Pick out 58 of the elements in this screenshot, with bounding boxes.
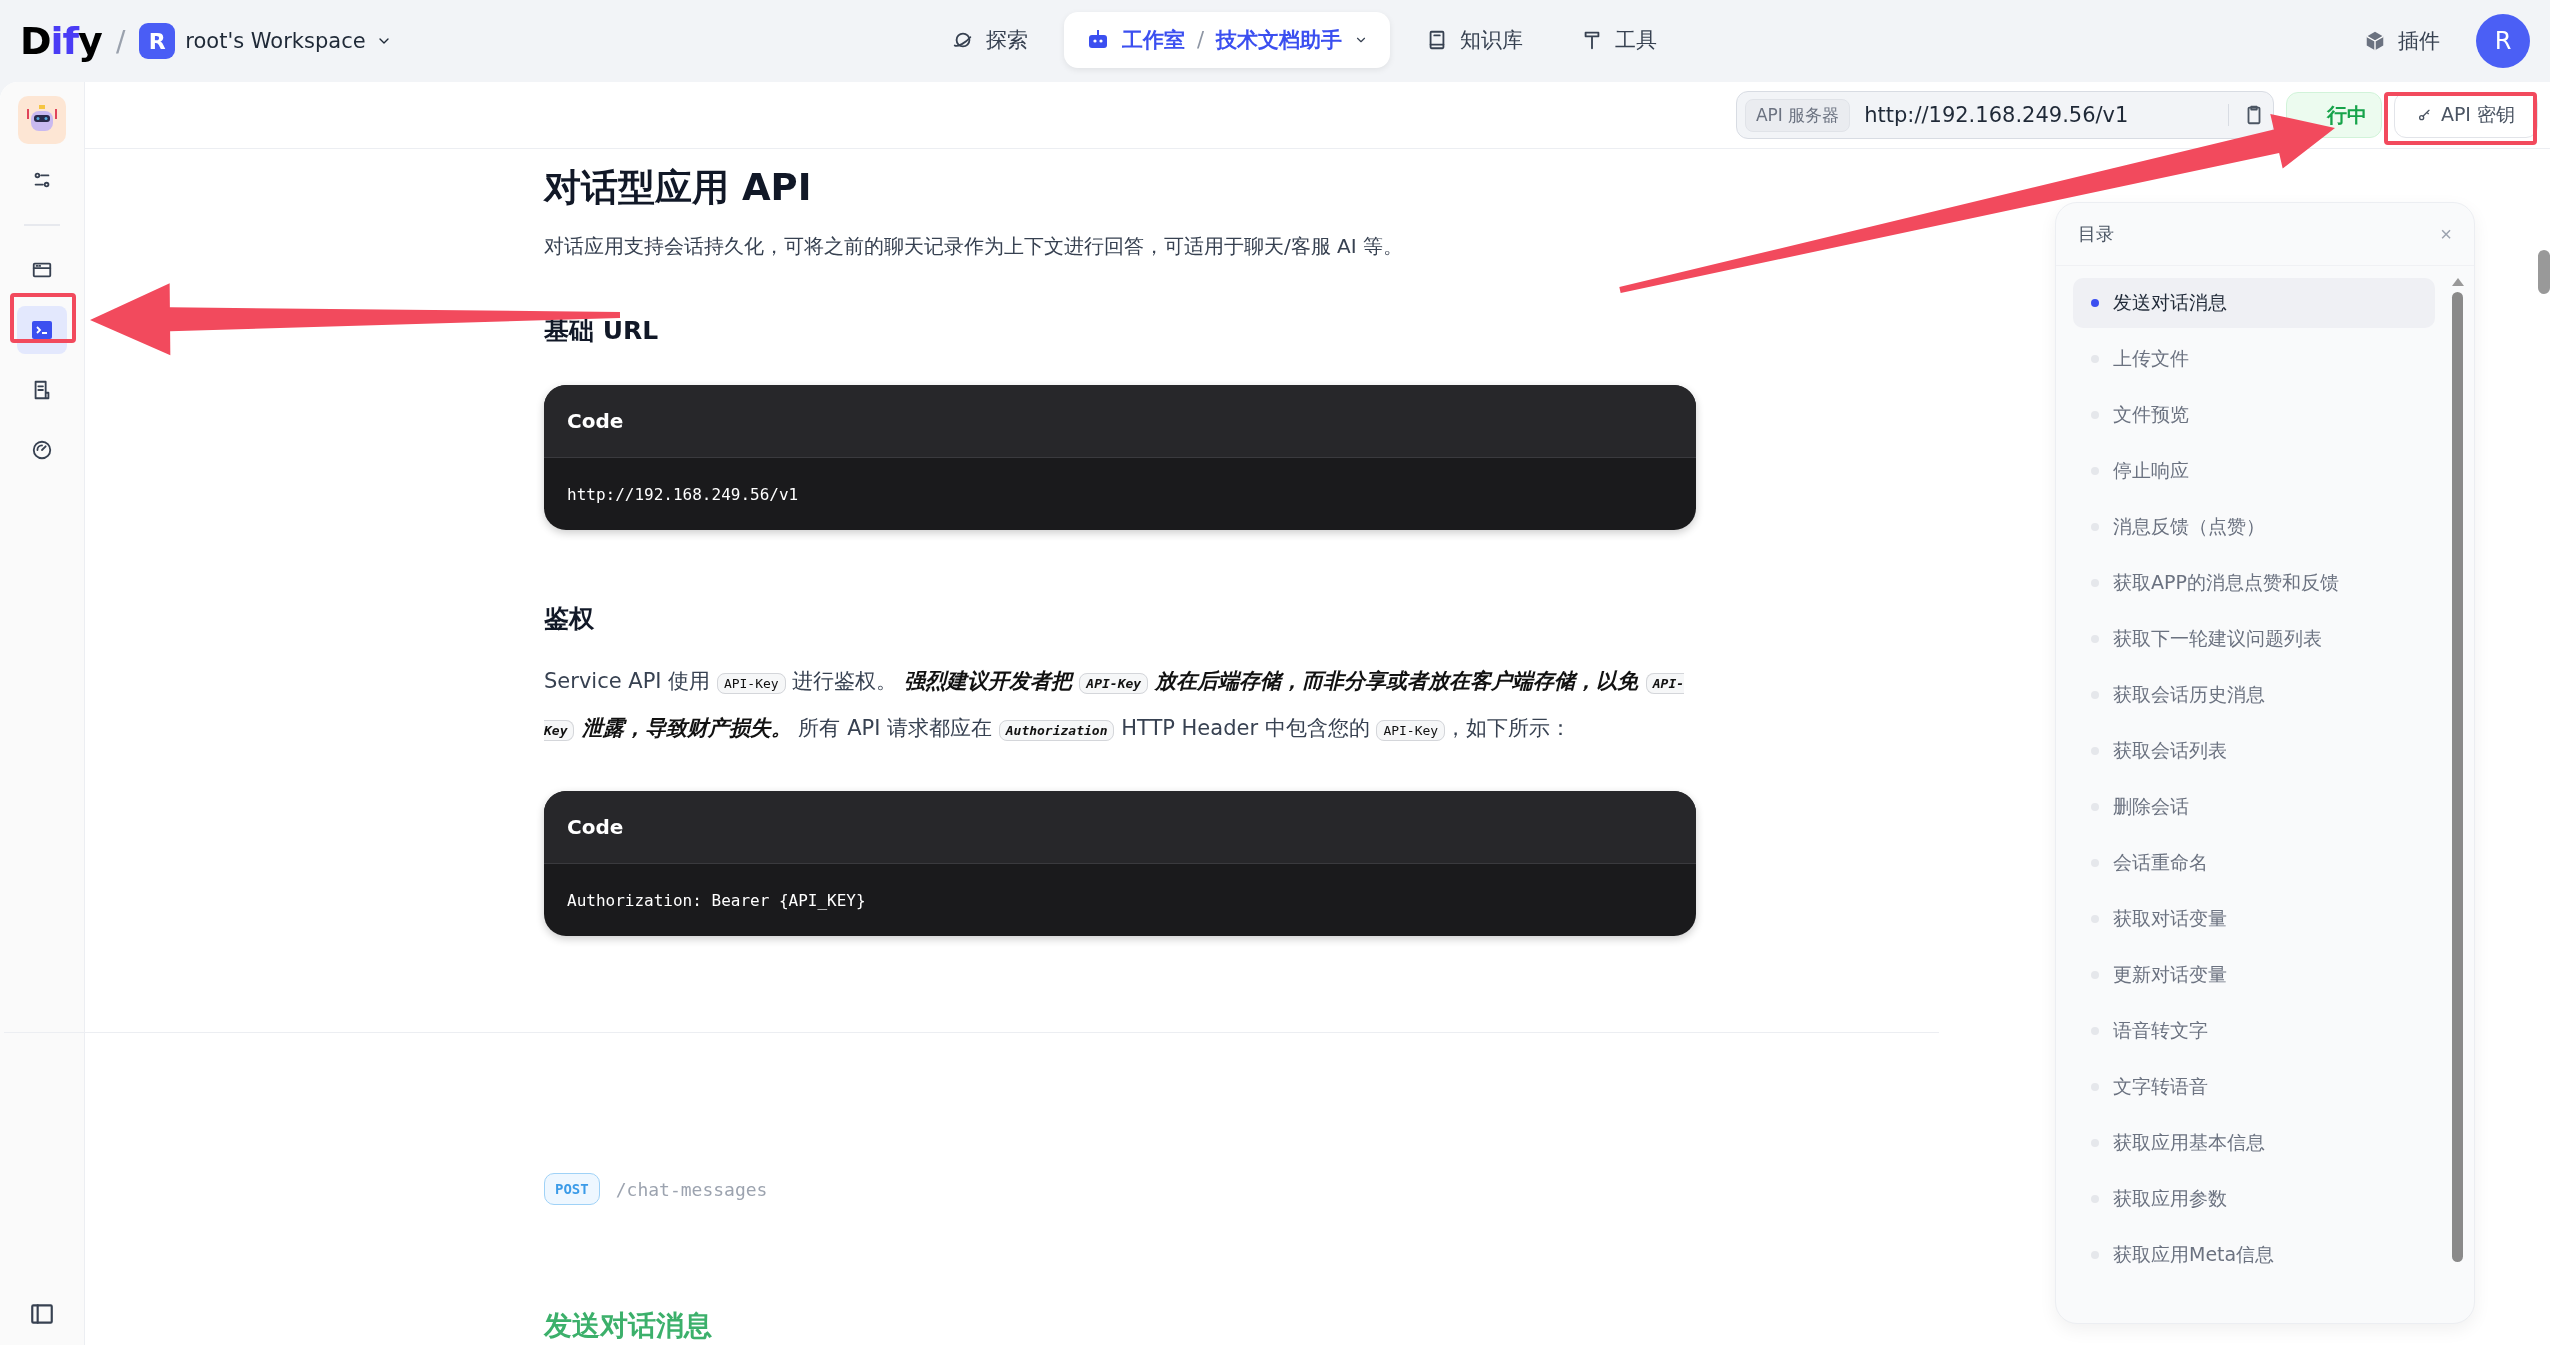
code-text: Authorization: Bearer {API_KEY} — [567, 890, 866, 910]
gauge-icon — [31, 439, 53, 461]
scrollbar-thumb[interactable] — [2452, 292, 2463, 1262]
toc-item[interactable]: 停止响应 — [2073, 446, 2435, 496]
section-heading: 鉴权 — [544, 603, 595, 635]
toc-item[interactable]: 上传文件 — [2073, 334, 2435, 384]
terminal-icon — [30, 318, 54, 342]
method-badge: POST — [544, 1173, 600, 1205]
code-text: http://192.168.249.56/v1 — [567, 484, 799, 504]
intro-text: 对话应用支持会话持久化，可将之前的聊天记录作为上下文进行回答，可适用于聊天/客服 AI 等。 — [544, 233, 1405, 260]
toc-title: 目录 — [2078, 222, 2114, 246]
panel-icon — [29, 1301, 55, 1327]
code-title: Code — [567, 409, 624, 433]
toc-item[interactable]: 获取会话历史消息 — [2073, 670, 2435, 720]
section-heading: 发送对话消息 — [544, 1308, 713, 1344]
key-icon — [2416, 107, 2433, 123]
nav-tab[interactable]: 工具 — [1559, 12, 1680, 68]
workspace-badge: R — [139, 23, 176, 59]
toc-item[interactable]: 更新对话变量 — [2073, 950, 2435, 1000]
highlight-box — [10, 293, 76, 343]
toc-item[interactable]: 获取APP的消息点赞和反馈 — [2073, 558, 2435, 608]
toc-item[interactable]: 会话重命名 — [2073, 838, 2435, 888]
workspace-selector[interactable]: R root's Workspace — [139, 23, 392, 59]
toc-item[interactable]: 消息反馈（点赞） — [2073, 502, 2435, 552]
toc-item[interactable]: 获取应用参数 — [2073, 1174, 2435, 1224]
nav-tab[interactable]: 知识库 — [1404, 12, 1546, 68]
toc-item[interactable]: 发送对话消息 — [2073, 278, 2435, 328]
close-button[interactable]: × — [2440, 222, 2452, 246]
toc-item[interactable]: 获取下一轮建议问题列表 — [2073, 614, 2435, 664]
sidebar-button[interactable] — [17, 306, 67, 354]
scroll-up-icon — [2451, 278, 2464, 286]
breadcrumb-separator: / — [115, 24, 126, 58]
section-heading: 基础 URL — [544, 315, 660, 347]
auth-paragraph: Service API 使用 API-Key 进行鉴权。 强烈建议开发者把 API-Key 放在后端存储，而非分享或者放在客户端存储，以免 API-Key 泄露，导致财产损失。 所有 API 请求都应在 Authorization HTTP Header 中包含您的 API-Key ，如下所示： — [544, 668, 1686, 743]
api-server-url: http://192.168.249.56/v1 — [1864, 103, 2130, 127]
app-icon[interactable] — [18, 96, 66, 144]
page-title: 对话型应用 API — [544, 165, 813, 211]
robot-icon — [1086, 29, 1110, 51]
toc-item[interactable]: 获取应用Meta信息 — [2073, 1230, 2435, 1280]
toc-item[interactable]: 语音转文字 — [2073, 1006, 2435, 1056]
studio-tab[interactable]: 工作室 / 技术文档助手 — [1064, 12, 1391, 68]
cube-icon — [2364, 30, 2386, 52]
user-avatar[interactable]: R — [2476, 14, 2530, 68]
toc-item[interactable]: 获取对话变量 — [2073, 894, 2435, 944]
plugins-button[interactable]: 插件 — [2358, 26, 2446, 56]
code-title: Code — [567, 815, 624, 839]
collapse-sidebar-button[interactable] — [29, 1301, 55, 1327]
endpoint-path: /chat-messages — [615, 1178, 768, 1200]
scrollbar-thumb[interactable] — [2538, 250, 2550, 294]
toc-item[interactable]: 删除会话 — [2073, 782, 2435, 832]
api-server-field[interactable]: API 服务器 http://192.168.249.56/v1 — [1735, 91, 2274, 139]
toc-item[interactable]: 文字转语音 — [2073, 1062, 2435, 1112]
toc-item[interactable]: 获取会话列表 — [2073, 726, 2435, 776]
toc-item[interactable]: 获取应用基本信息 — [2073, 1118, 2435, 1168]
toc-item[interactable]: 文件预览 — [2073, 390, 2435, 440]
logo: Dify — [20, 19, 102, 63]
api-server-label: API 服务器 — [1744, 98, 1851, 132]
nav-tab[interactable]: 探索 — [930, 12, 1050, 68]
